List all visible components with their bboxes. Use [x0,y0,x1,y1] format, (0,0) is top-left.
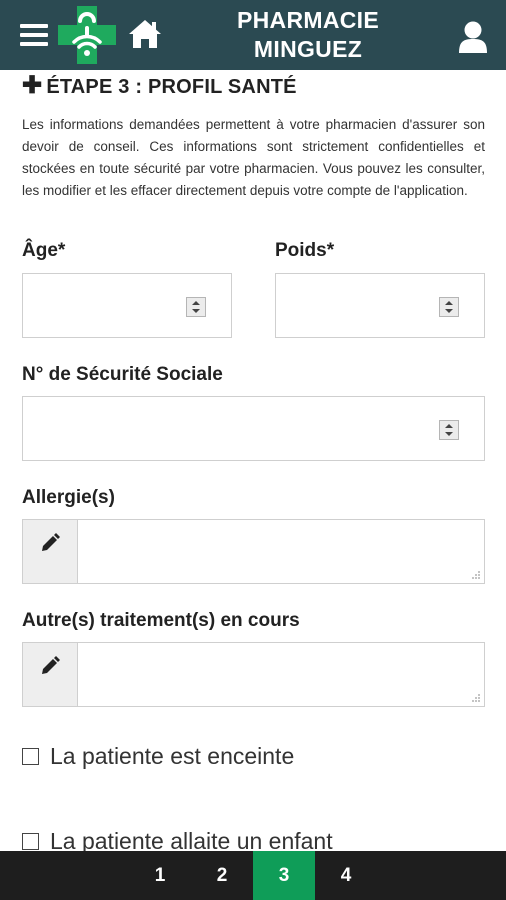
breastfeeding-checkbox-row[interactable]: La patiente allaite un enfant [22,828,333,851]
pregnant-checkbox-row[interactable]: La patiente est enceinte [22,743,294,770]
home-icon[interactable] [128,18,162,50]
age-input[interactable] [22,273,232,338]
app-title-line1: PHARMACIE [237,7,379,33]
allergies-textarea[interactable] [22,519,485,584]
age-label: Âge* [22,240,66,261]
plus-icon: ✚ [22,72,43,99]
step-navigation: 1 2 3 4 [0,851,506,900]
step-tab-3[interactable]: 3 [253,851,315,900]
pharmacy-cross-logo [58,6,116,64]
step-tab-2[interactable]: 2 [191,851,253,900]
allergies-pencil-cell [23,520,78,583]
form-content[interactable]: ✚ ÉTAPE 3 : PROFIL SANTÉ Les informations… [0,70,506,851]
pregnant-label: La patiente est enceinte [50,743,295,769]
breastfeeding-label: La patiente allaite un enfant [50,828,333,851]
treatments-textarea[interactable] [22,642,485,707]
app-header: PHARMACIE MINGUEZ [0,0,506,70]
user-account-icon[interactable] [458,20,488,54]
app-title-line2: MINGUEZ [253,36,363,62]
allergies-field[interactable] [79,520,484,583]
ssn-label: N° de Sécurité Sociale [22,364,223,385]
allergies-label: Allergie(s) [22,487,115,508]
step-tab-1[interactable]: 1 [129,851,191,900]
age-spinner-icon[interactable] [186,297,206,317]
intro-text: Les informations demandées permettent à … [22,117,485,198]
pencil-icon [42,533,60,551]
ssn-input[interactable] [22,396,485,461]
pencil-icon [42,656,60,674]
step-tab-4[interactable]: 4 [315,851,377,900]
treatments-pencil-cell [23,643,78,706]
treatments-field[interactable] [79,643,484,706]
weight-label: Poids* [275,240,335,261]
ssn-spinner-icon[interactable] [439,420,459,440]
app-screen: PHARMACIE MINGUEZ ✚ ÉTAPE 3 : PROFIL SANT… [0,0,506,900]
step-title: ✚ ÉTAPE 3 : PROFIL SANTÉ [22,72,297,101]
hamburger-menu-icon[interactable] [20,24,48,46]
weight-input[interactable] [275,273,485,338]
step-title-text: ÉTAPE 3 : PROFIL SANTÉ [46,76,297,98]
weight-spinner-icon[interactable] [439,297,459,317]
breastfeeding-checkbox[interactable] [22,833,39,850]
treatments-label: Autre(s) traitement(s) en cours [22,610,300,631]
resize-handle-icon[interactable] [471,570,481,580]
app-title: PHARMACIE MINGUEZ [210,6,406,64]
pregnant-checkbox[interactable] [22,748,39,765]
resize-handle-icon[interactable] [471,693,481,703]
